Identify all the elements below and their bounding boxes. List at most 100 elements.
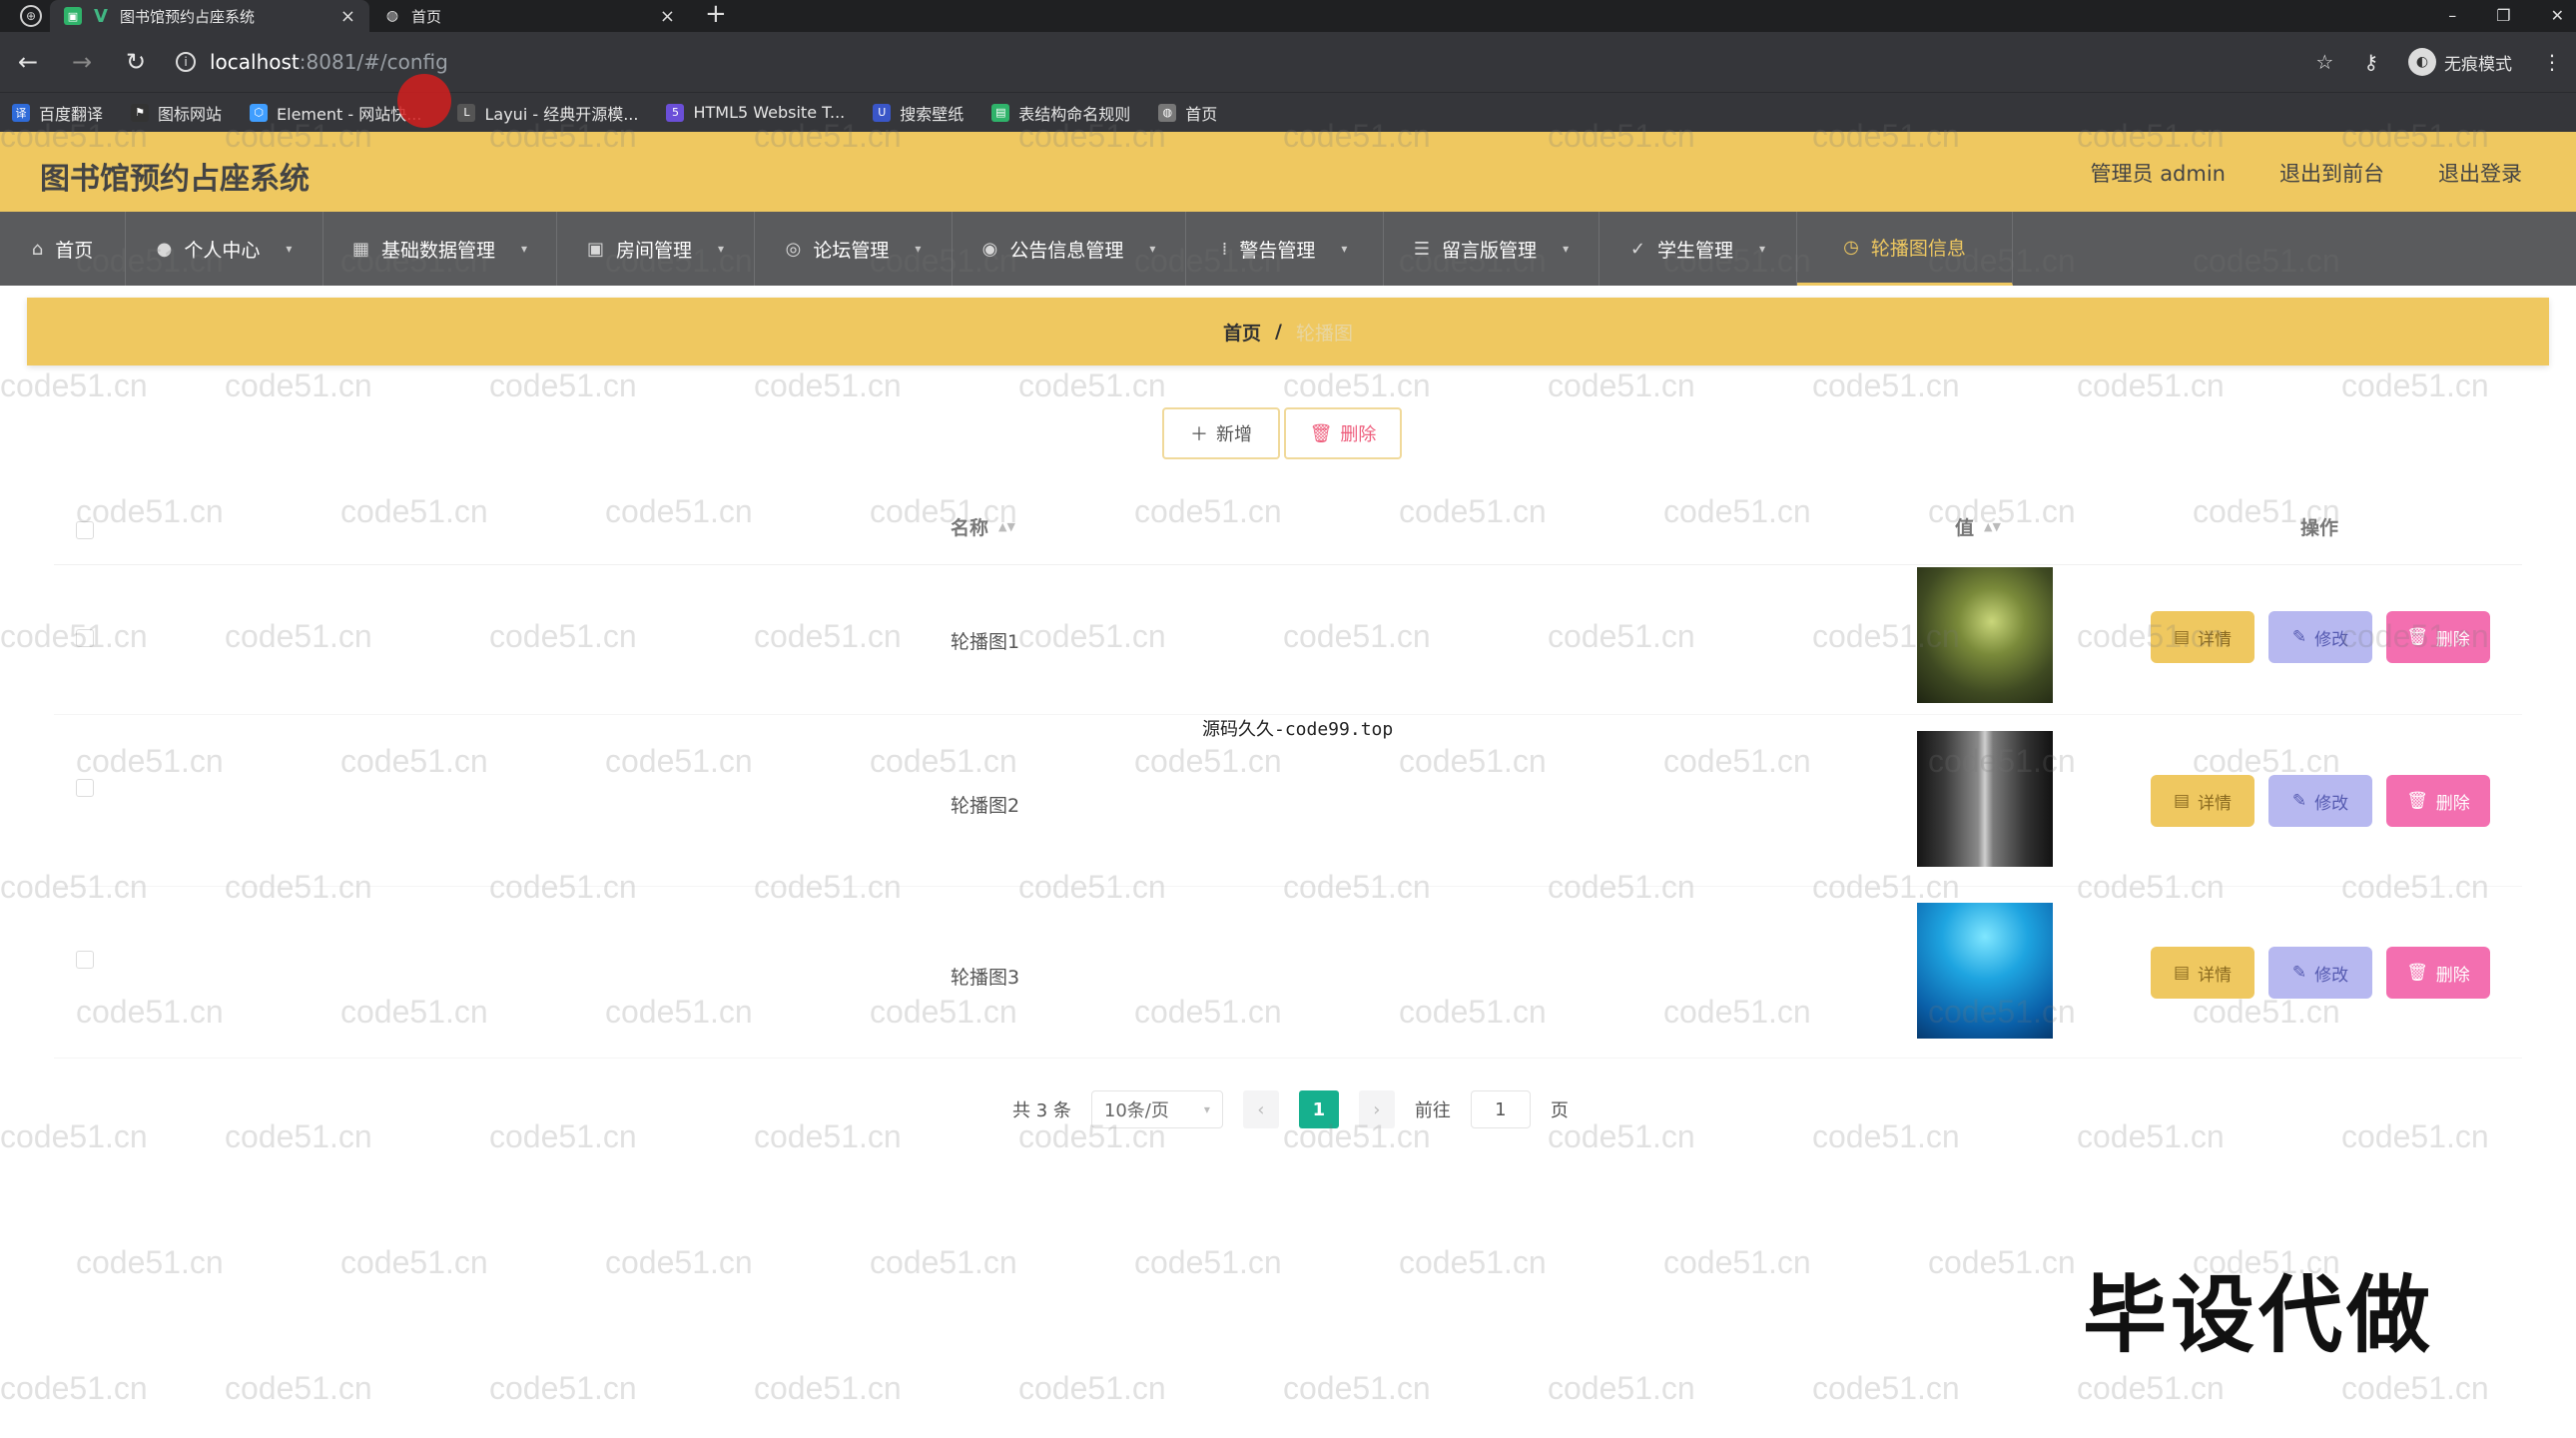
incognito-indicator[interactable]: ◐ 无痕模式 xyxy=(2408,48,2512,76)
browser-menu-dots-icon[interactable]: ⋮ xyxy=(2542,50,2562,74)
back-arrow-icon[interactable]: ← xyxy=(14,48,42,76)
detail-button[interactable]: ▤ 详情 xyxy=(2151,775,2254,827)
edit-button[interactable]: ✎ 修改 xyxy=(2268,775,2372,827)
carousel-icon: ◷ xyxy=(1843,237,1859,258)
browser-tab-active[interactable]: ▣ V 图书馆预约占座系统 × xyxy=(50,0,369,32)
total-count: 共 3 条 xyxy=(1012,1100,1071,1121)
prev-page-button[interactable]: ‹ xyxy=(1242,1090,1279,1128)
row-checkbox[interactable] xyxy=(76,779,94,797)
detail-button[interactable]: ▤ 详情 xyxy=(2151,947,2254,999)
nav-label: 警告管理 xyxy=(1239,239,1316,262)
page-number-current[interactable]: 1 xyxy=(1298,1090,1339,1128)
tab-close-icon[interactable]: × xyxy=(340,6,355,27)
edit-button[interactable]: ✎ 修改 xyxy=(2268,611,2372,663)
bookmark-item[interactable]: ⚑ 图标网站 xyxy=(131,101,222,125)
column-header-name[interactable]: 名称 ▲▼ xyxy=(951,513,1015,540)
detail-label: 详情 xyxy=(2198,965,2233,986)
select-all-checkbox[interactable] xyxy=(76,521,94,539)
url-field[interactable]: i localhost:8081/#/config xyxy=(176,50,2289,74)
nav-label: 论坛管理 xyxy=(813,239,890,262)
corridor-image xyxy=(1917,731,2053,867)
trash-icon: 🗑 xyxy=(2406,627,2428,647)
incognito-label: 无痕模式 xyxy=(2444,54,2512,75)
nav-item-basic-data[interactable]: ▦ 基础数据管理 ▾ xyxy=(323,212,557,286)
bookmark-item[interactable]: L Layui - 经典开源模... xyxy=(457,101,638,125)
reload-icon[interactable]: ↻ xyxy=(122,48,150,76)
row-checkbox[interactable] xyxy=(76,629,94,647)
watermark-text: code51.cn xyxy=(225,1118,372,1154)
key-icon[interactable]: ⚷ xyxy=(2363,50,2378,74)
nav-item-profile[interactable]: ● 个人中心 ▾ xyxy=(126,212,323,286)
bookmark-item[interactable]: 译百度翻译 xyxy=(12,101,103,125)
watermark-text: code51.cn xyxy=(754,1370,902,1406)
back-to-front-link[interactable]: 退出到前台 xyxy=(2279,158,2384,188)
edit-button[interactable]: ✎ 修改 xyxy=(2268,947,2372,999)
forward-arrow-icon[interactable]: → xyxy=(68,48,96,76)
watermark-text: code51.cn xyxy=(1812,1118,1960,1154)
bookmark-item[interactable]: ◍ 首页 xyxy=(1158,101,1217,125)
minimize-icon[interactable]: – xyxy=(2448,6,2456,25)
watermark-text: code51.cn xyxy=(2341,1370,2489,1406)
detail-button[interactable]: ▤ 详情 xyxy=(2151,611,2254,663)
page-size-select[interactable]: 10条/页 ▾ xyxy=(1090,1090,1223,1128)
breadcrumb-current: 轮播图 xyxy=(1295,322,1353,345)
nav-item-rooms[interactable]: ▣ 房间管理 ▾ xyxy=(557,212,755,286)
nav-label: 基础数据管理 xyxy=(380,239,495,262)
next-page-button[interactable]: › xyxy=(1358,1090,1395,1128)
url-host: localhost xyxy=(210,50,300,74)
sheet-icon: ▤ xyxy=(991,103,1010,122)
browser-menu-icon[interactable]: ⊕ xyxy=(20,5,42,27)
nav-item-notices[interactable]: ◉ 公告信息管理 ▾ xyxy=(953,212,1186,286)
restore-icon[interactable]: ❐ xyxy=(2496,6,2510,25)
bookmark-item[interactable]: 5 HTML5 Website T... xyxy=(666,103,845,122)
nav-item-forum[interactable]: ◎ 论坛管理 ▾ xyxy=(755,212,953,286)
sort-icon[interactable]: ▲▼ xyxy=(1984,520,2001,533)
watermark-text: code51.cn xyxy=(1548,367,1695,403)
watermark-text: code51.cn xyxy=(1548,1370,1695,1406)
breadcrumb-home[interactable]: 首页 xyxy=(1223,319,1261,346)
detail-label: 详情 xyxy=(2198,793,2233,814)
browser-tab[interactable]: ◍ 首页 × xyxy=(369,0,689,32)
chevron-down-icon: ▾ xyxy=(1203,1102,1210,1116)
nav-item-carousel[interactable]: ◷ 轮播图信息 xyxy=(1797,212,2013,286)
pencil-icon: ✎ xyxy=(2291,963,2307,983)
logout-link[interactable]: 退出登录 xyxy=(2438,158,2522,188)
notice-icon: ◉ xyxy=(981,238,998,260)
edit-label: 修改 xyxy=(2314,629,2349,650)
watermark-text: code51.cn xyxy=(2077,367,2225,403)
pencil-icon: ✎ xyxy=(2291,627,2307,647)
delete-button[interactable]: 🗑 删除 xyxy=(2386,775,2490,827)
nav-item-students[interactable]: ✓ 学生管理 ▾ xyxy=(1600,212,1797,286)
column-header-value[interactable]: 值 ▲▼ xyxy=(1955,513,2001,540)
bookmark-item[interactable]: U 搜索壁纸 xyxy=(873,101,964,125)
delete-button[interactable]: 🗑 删除 xyxy=(2386,611,2490,663)
watermark-text: code51.cn xyxy=(1134,1244,1282,1280)
row-checkbox[interactable] xyxy=(76,951,94,969)
app-header: 图书馆预约占座系统 管理员 admin 退出到前台 退出登录 xyxy=(0,132,2576,212)
delete-button[interactable]: 🗑 删除 xyxy=(2386,947,2490,999)
goto-page-input[interactable]: 1 xyxy=(1470,1090,1531,1128)
forum-icon: ◎ xyxy=(785,238,802,260)
breadcrumb: 首页 / 轮播图 xyxy=(27,298,2549,365)
site-info-icon[interactable]: i xyxy=(176,52,196,72)
nav-item-messages[interactable]: ☰ 留言版管理 ▾ xyxy=(1384,212,1600,286)
bookmark-item[interactable]: ⬡ Element - 网站快... xyxy=(250,101,421,125)
close-window-icon[interactable]: ✕ xyxy=(2551,6,2564,25)
tab-close-icon[interactable]: × xyxy=(660,6,675,27)
add-button[interactable]: ＋ 新增 xyxy=(1162,407,1280,459)
trash-icon: 🗑 xyxy=(2406,791,2428,811)
layui-icon: L xyxy=(457,103,476,122)
new-tab-button[interactable]: + xyxy=(705,0,727,30)
sort-icon[interactable]: ▲▼ xyxy=(998,520,1015,533)
watermark-text: code51.cn xyxy=(1812,367,1960,403)
nav-item-warnings[interactable]: ⁞ 警告管理 ▾ xyxy=(1186,212,1384,286)
nav-item-home[interactable]: ⌂ 首页 xyxy=(0,212,126,286)
bookmark-item[interactable]: ▤ 表结构命名规则 xyxy=(991,101,1130,125)
watermark-text: code51.cn xyxy=(1283,1370,1431,1406)
nav-label: 轮播图信息 xyxy=(1870,238,1966,260)
batch-delete-button[interactable]: 🗑 删除 xyxy=(1284,407,1402,459)
watermark-text: code51.cn xyxy=(1663,1244,1811,1280)
table-header: 名称 ▲▼ 值 ▲▼ 操作 xyxy=(54,493,2522,565)
chevron-down-icon: ▾ xyxy=(1563,242,1570,256)
bookmark-star-icon[interactable]: ☆ xyxy=(2315,50,2333,74)
